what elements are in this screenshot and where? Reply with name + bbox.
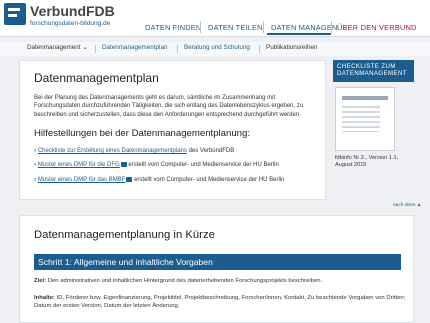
list-item-text: des VerbundFDB (186, 148, 235, 154)
nav-separator (263, 21, 264, 33)
summary-card: Datenmanagementplanung in Kürze Schritt … (19, 215, 414, 323)
subnav-datenmanagement-label: Datenmanagement (27, 44, 81, 51)
site-header: VerbundFDB forschungsdaten-bildung.de Da… (0, 0, 430, 37)
sub-navigation: Datenmanagement ⌄ Datenmanagementplan Be… (0, 42, 430, 56)
intro-paragraph: Bei der Planung des Datenmanagements geh… (34, 95, 304, 118)
inhalte-label: Inhalte: (34, 295, 55, 301)
subnav-datenmanagement[interactable]: Datenmanagement ⌄ (27, 44, 88, 51)
list-item: › Muster eines DMP für das BMBF erstellt… (34, 176, 284, 183)
nav-separator (200, 21, 201, 33)
document-thumbnail[interactable] (335, 87, 395, 151)
inhalte-paragraph: Inhalte: ID, Förderer bzw. Eigenfinanzie… (34, 295, 405, 301)
checklist-link[interactable]: Checkliste zur Erstellung eines Datenman… (38, 148, 187, 154)
nav-separator (331, 21, 332, 33)
dmp-bmbf-link[interactable]: Muster eines DMP für das BMBF (38, 177, 126, 183)
chevron-right-icon: › (34, 176, 37, 183)
section-title: Datenmanagementplanung in Kürze (34, 229, 215, 241)
logo-mark-icon (4, 3, 26, 25)
step-header: Schritt 1: Allgemeine und inhaltliche Vo… (34, 254, 401, 270)
sidebar-caption: fdbinfo Nr 2., Version 1.1, August 2015 (335, 155, 399, 169)
subnav-divider (95, 45, 96, 53)
arrow-up-icon: ▲ (416, 203, 422, 208)
list-item-text: erstellt vom Computer- und Medienservice… (126, 162, 279, 168)
subnav-datenmanagementplan[interactable]: Datenmanagementplan (102, 44, 167, 51)
inhalte-paragraph-continued: Datum der ersten Version, Datum der letz… (34, 303, 180, 309)
sidebar-heading[interactable]: CHECKLISTE ZUM DATENMANAGEMENT (333, 60, 414, 82)
nav-active-indicator (267, 33, 331, 35)
dmp-dfg-link[interactable]: Muster eines DMP für die DFG (38, 162, 120, 168)
subnav-divider (259, 45, 260, 53)
ziel-text: Den administrativen und inhaltlichen Hin… (46, 278, 323, 284)
subnav-divider (177, 45, 178, 53)
nav-daten-teilen[interactable]: Daten teilen (208, 23, 263, 32)
logo-title: VerbundFDB (30, 3, 115, 19)
logo[interactable]: VerbundFDB forschungsdaten-bildung.de (4, 3, 115, 33)
list-item: › Muster eines DMP für die DFG erstellt … (34, 161, 279, 168)
step-title: Schritt 1: Allgemeine und inhaltliche Vo… (38, 257, 213, 267)
chevron-right-icon: › (34, 161, 37, 168)
page-title: Datenmanagementplan (34, 71, 159, 85)
chevron-down-icon: ⌄ (82, 44, 88, 51)
ziel-paragraph: Ziel: Den administrativen und inhaltlich… (34, 278, 322, 284)
subnav-beratung-und-schulung[interactable]: Beratung und Schulung (184, 44, 250, 51)
inhalte-text: ID, Förderer bzw. Eigenfinanzierung, Pro… (54, 295, 406, 301)
nav-ueber-den-verbund[interactable]: Über den Verbund (337, 23, 417, 32)
logo-subtitle: forschungsdaten-bildung.de (30, 20, 111, 27)
nav-daten-managen[interactable]: Daten managen (271, 23, 338, 32)
list-item: › Checkliste zur Erstellung eines Datenm… (34, 147, 234, 154)
chevron-right-icon: › (34, 147, 37, 154)
subnav-publikationsreihen[interactable]: Publikationsreihen (266, 44, 317, 51)
section-heading: Hilfestellungen bei der Datenmanagementp… (34, 128, 251, 139)
list-item-text: erstellt vom Computer- und Medienservice… (132, 177, 285, 183)
main-content-card: Datenmanagementplan Bei der Planung des … (19, 60, 326, 200)
sidebar-checklist: CHECKLISTE ZUM DATENMANAGEMENT fdbinfo N… (333, 60, 414, 200)
nav-daten-finden[interactable]: Daten finden (145, 23, 201, 32)
back-to-top-link[interactable]: nach oben ▲ (393, 203, 422, 208)
ziel-label: Ziel: (34, 278, 47, 284)
back-to-top-label: nach oben (393, 203, 416, 208)
